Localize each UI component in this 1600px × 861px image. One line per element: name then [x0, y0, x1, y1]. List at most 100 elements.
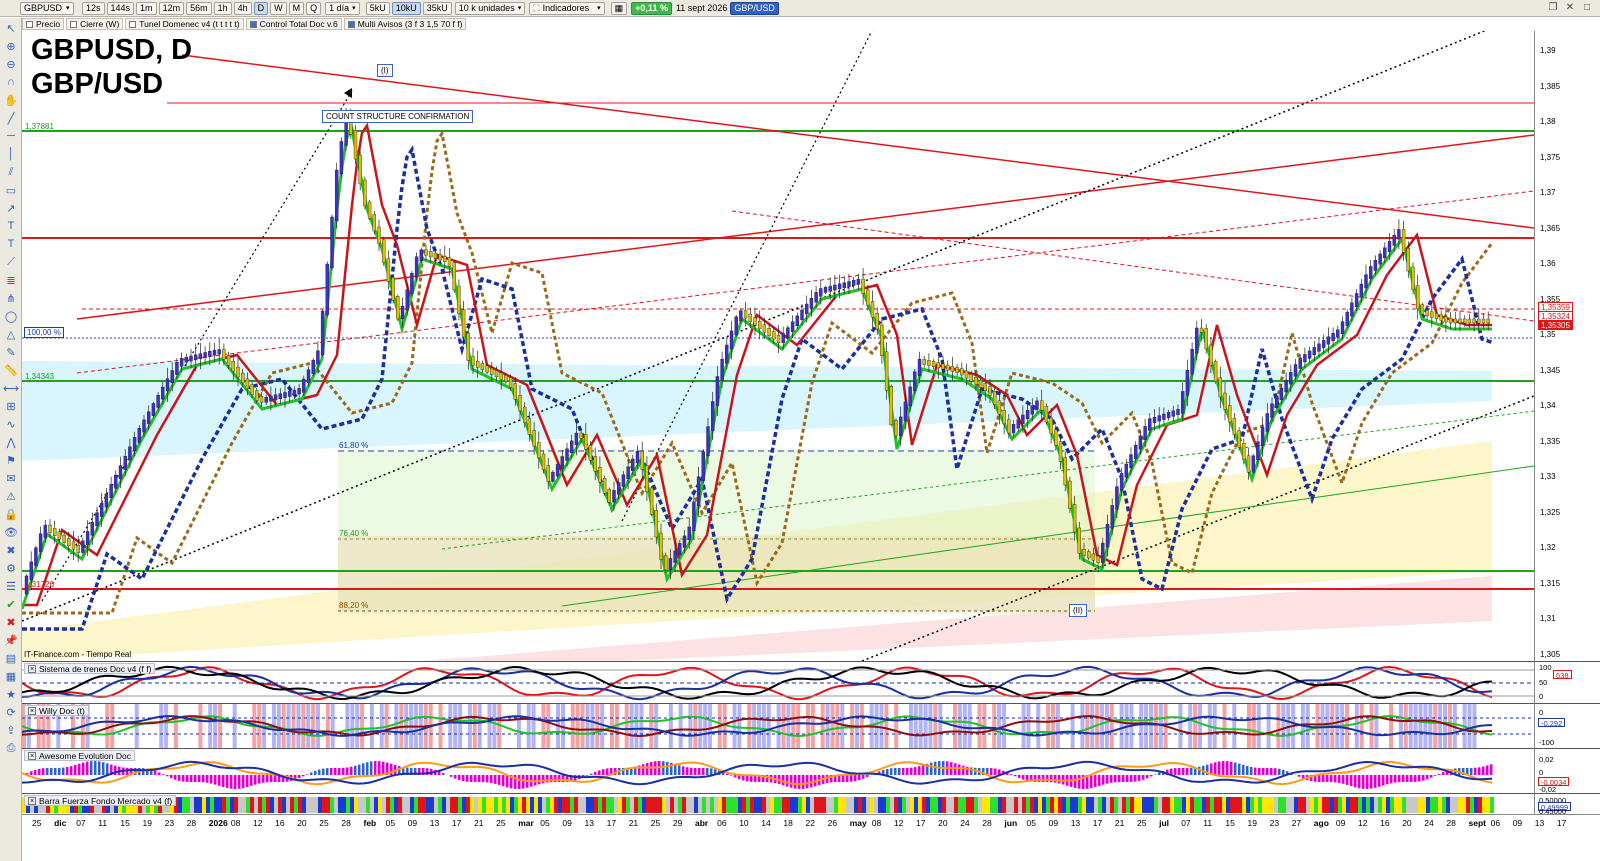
pin-icon[interactable]: 📌 — [3, 632, 19, 648]
price-chart[interactable]: GBPUSD, D GBP/USD (I) COUNT STRUCTURE CO… — [22, 31, 1534, 661]
indicator-toggle-1[interactable]: Cierre (W) — [66, 18, 124, 30]
export-icon[interactable]: ⇪ — [3, 722, 19, 738]
trend-line-icon[interactable]: ╱ — [3, 110, 19, 126]
measure-icon[interactable]: ⟷ — [3, 380, 19, 396]
gann-icon[interactable]: ⊞ — [3, 398, 19, 414]
timeframe-button-1h[interactable]: 1h — [213, 1, 232, 15]
triangle-icon[interactable]: △ — [3, 326, 19, 342]
indicator-toggle-3[interactable]: Control Total Doc v.6 — [245, 18, 342, 30]
trains-panel[interactable]: × Sistema de trenes Doc v4 (f f) — [22, 661, 1534, 703]
barra-bar — [590, 797, 594, 813]
alert-icon[interactable]: ⚠ — [3, 488, 19, 504]
compare-button[interactable]: ▦ — [610, 1, 628, 15]
zoom-out-icon[interactable]: ⊖ — [3, 56, 19, 72]
timeframe-button-12m[interactable]: 12m — [158, 1, 185, 15]
wave-icon[interactable]: ∿ — [3, 416, 19, 432]
timeframe-button-12s[interactable]: 12s — [82, 1, 105, 15]
sync-icon[interactable]: ⟳ — [3, 704, 19, 720]
unit-button-10ku[interactable]: 10kU — [391, 1, 421, 15]
lock-icon[interactable]: 🔒 — [3, 506, 19, 522]
maximize-icon[interactable]: □ — [1580, 2, 1594, 15]
close-icon[interactable]: × — [28, 664, 36, 673]
barra-bar — [462, 797, 466, 813]
checkbox-icon[interactable] — [129, 20, 137, 28]
awesome-bar — [782, 775, 785, 786]
channel-icon[interactable]: ⫽ — [3, 164, 19, 180]
period-selector[interactable]: 1 día ▾ — [325, 1, 360, 15]
label-icon[interactable]: T — [3, 236, 19, 252]
indicator-toggle-0[interactable]: Precio — [22, 18, 65, 30]
chart-icon[interactable]: ▤ — [3, 650, 19, 666]
awesome-panel-title[interactable]: × Awesome Evolution Doc — [24, 750, 135, 761]
checkbox-icon[interactable] — [347, 20, 355, 28]
zoom-in-icon[interactable]: ⊕ — [3, 38, 19, 54]
ray-icon[interactable]: ⟋ — [3, 254, 19, 270]
wave-label-i[interactable]: (I) — [377, 64, 393, 77]
text-icon[interactable]: T — [3, 218, 19, 234]
count-structure-note[interactable]: COUNT STRUCTURE CONFIRMATION — [322, 110, 474, 123]
ruler-icon[interactable]: 📏 — [3, 362, 19, 378]
hand-icon[interactable]: ✋ — [3, 92, 19, 108]
trash-icon[interactable]: ✖ — [3, 542, 19, 558]
willy-panel[interactable]: × Willy Doc (t) — [22, 703, 1534, 748]
pitchfork-icon[interactable]: ⋔ — [3, 290, 19, 306]
timeframe-button-144s[interactable]: 144s — [106, 1, 135, 15]
brush-icon[interactable]: ✎ — [3, 344, 19, 360]
willy-panel-title[interactable]: × Willy Doc (t) — [24, 705, 89, 716]
timeframe-button-1m[interactable]: 1m — [136, 1, 157, 15]
barra-panel[interactable]: × Barra Fuerza Fondo Mercado v4 (f) — [22, 793, 1534, 814]
indicator-toggle-4[interactable]: Multi Avisos (3 f 3 1,5 70 f f) — [343, 18, 467, 30]
units-selector[interactable]: 10 k unidades ▾ — [454, 1, 526, 15]
check-icon[interactable]: ✔ — [3, 596, 19, 612]
timeframe-button-m[interactable]: M — [288, 1, 305, 15]
rectangle-icon[interactable]: ▭ — [3, 182, 19, 198]
vertical-line-icon[interactable]: │ — [3, 146, 19, 162]
timeframe-button-56m[interactable]: 56m — [186, 1, 212, 15]
timeframe-button-d[interactable]: D — [253, 1, 269, 15]
unit-button-35ku[interactable]: 35kU — [422, 1, 452, 15]
barra-bar — [266, 797, 270, 813]
horizontal-line-icon[interactable]: ─ — [3, 128, 19, 144]
ellipse-icon[interactable]: ◯ — [3, 308, 19, 324]
checkbox-icon[interactable] — [26, 20, 33, 28]
trains-panel-title[interactable]: × Sistema de trenes Doc v4 (f f) — [24, 663, 156, 674]
barra-panel-title[interactable]: × Barra Fuerza Fondo Mercado v4 (f) — [24, 795, 177, 806]
wave-label-ii[interactable]: (II) — [1069, 604, 1087, 617]
fib-icon[interactable]: ≣ — [3, 272, 19, 288]
awesome-panel[interactable]: × Awesome Evolution Doc — [22, 748, 1534, 793]
awesome-bar — [546, 775, 549, 783]
layers-icon[interactable]: ☰ — [3, 578, 19, 594]
pattern-icon[interactable]: ⋀ — [3, 434, 19, 450]
symbol-selector[interactable]: GBPUSD ▾ — [20, 1, 74, 15]
restore-icon[interactable]: ❐ — [1546, 2, 1560, 15]
price-scale[interactable]: 1,39 1,385 1,38 1,375 1,37 1,365 1,36 1,355 1,35… — [1534, 31, 1600, 661]
magnet-icon[interactable]: ∩ — [3, 74, 19, 90]
indicators-button[interactable]: ⛶ Indicadores ▾ — [529, 1, 605, 15]
delete-icon[interactable]: ✖ — [3, 614, 19, 630]
note-icon[interactable]: ✉ — [3, 470, 19, 486]
close-icon[interactable]: × — [28, 796, 36, 805]
cursor-icon[interactable]: ↖ — [3, 20, 19, 36]
awesome-bar — [730, 775, 733, 776]
star-icon[interactable]: ★ — [3, 686, 19, 702]
indicator-toggle-2[interactable]: Tunel Domenec v4 (t t t t t) — [125, 18, 244, 30]
settings-icon[interactable]: ⚙ — [3, 560, 19, 576]
close-icon[interactable]: ✕ — [1563, 2, 1577, 15]
timeframe-button-w[interactable]: W — [270, 1, 287, 15]
timeframe-button-4h[interactable]: 4h — [233, 1, 252, 15]
timeframe-button-q[interactable]: Q — [306, 1, 322, 15]
close-icon[interactable]: × — [28, 706, 36, 715]
checkbox-icon[interactable] — [70, 20, 78, 28]
flag-icon[interactable]: ⚑ — [3, 452, 19, 468]
checkbox-icon[interactable] — [249, 20, 257, 28]
willy-bar — [879, 704, 884, 748]
price-scale-label: 1,35 — [1540, 330, 1556, 339]
unit-button-5ku[interactable]: 5kU — [365, 1, 390, 15]
eye-icon[interactable]: 👁 — [3, 524, 19, 540]
time-axis[interactable]: 25 dic 07 11 15 19 23 28 2026 08 12 16 20 25 28 feb 05 09… — [22, 814, 1600, 829]
print-icon[interactable]: ⎙ — [3, 740, 19, 756]
arrow-icon[interactable]: ↗ — [3, 200, 19, 216]
close-icon[interactable]: × — [28, 751, 36, 760]
grid-icon[interactable]: ▦ — [3, 668, 19, 684]
awesome-bar — [1250, 766, 1253, 775]
